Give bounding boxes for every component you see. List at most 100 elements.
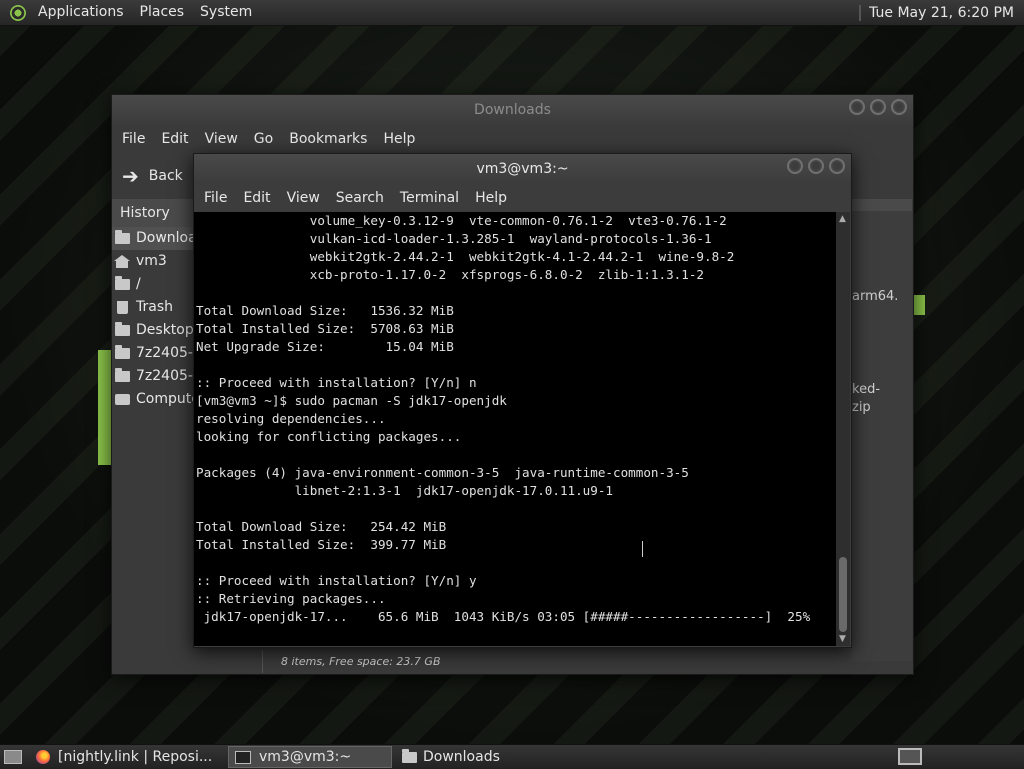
folder-icon [115, 322, 130, 336]
system-menu[interactable]: System [192, 0, 260, 25]
sidebar-item-label: / [136, 276, 141, 292]
sidebar-item-desktop[interactable]: Desktop [112, 319, 194, 342]
scroll-down-arrow-icon[interactable]: ▼ [839, 634, 846, 644]
places-menu[interactable]: Places [132, 0, 193, 25]
terminal-icon [235, 750, 251, 764]
sidebar-item-label: Trash [136, 299, 173, 315]
distro-logo-icon[interactable] [10, 4, 26, 21]
menu-go[interactable]: Go [246, 131, 281, 147]
terminal-line: libnet-2:1.3-1 jdk17-openjdk-17.0.11.u9-… [196, 483, 614, 498]
terminal-line: Packages (4) java-environment-common-3-5… [196, 465, 689, 480]
home-icon [114, 255, 130, 268]
menu-bookmarks[interactable]: Bookmarks [281, 131, 375, 147]
menu-file[interactable]: File [114, 131, 153, 147]
file-view-area[interactable] [852, 211, 912, 661]
terminal-output[interactable]: volume_key-0.3.12-9 vte-common-0.76.1-2 … [194, 212, 836, 646]
terminal-line: looking for conflicting packages... [196, 429, 462, 444]
terminal-line: Total Installed Size: 399.77 MiB [196, 537, 447, 552]
firefox-icon [36, 750, 50, 764]
menu-help[interactable]: Help [375, 131, 423, 147]
menu-edit[interactable]: Edit [153, 131, 196, 147]
file-manager-statusbar: 8 items, Free space: 23.7 GB [262, 650, 931, 673]
folder-icon [115, 230, 130, 244]
file-manager-sidebar: History Downloads vm3 / Trash Desktop 7z… [112, 199, 194, 659]
file-name-fragment[interactable]: zip [852, 400, 871, 415]
close-button[interactable] [829, 158, 845, 174]
show-desktop-icon[interactable] [4, 750, 22, 764]
window-title: Downloads [474, 102, 551, 118]
terminal-scrollbar[interactable]: ▲ ▼ [836, 212, 850, 646]
sidebar-item-label: 7z2405-li [136, 345, 194, 361]
top-panel: Applications Places System Tue May 21, 6… [0, 0, 1024, 26]
sidebar-item-7z2405-b[interactable]: 7z2405-li [112, 365, 194, 388]
file-manager-menubar: File Edit View Go Bookmarks Help [112, 125, 913, 153]
task-downloads[interactable]: Downloads [396, 746, 572, 768]
terminal-line: resolving dependencies... [196, 411, 386, 426]
menu-terminal[interactable]: Terminal [392, 190, 467, 206]
window-controls [849, 99, 907, 115]
task-label: Downloads [423, 749, 500, 765]
terminal-menubar: File Edit View Search Terminal Help [194, 184, 851, 212]
close-button[interactable] [891, 99, 907, 115]
terminal-line: webkit2gtk-2.44.2-1 webkit2gtk-4.1-2.44.… [196, 249, 735, 264]
terminal-titlebar[interactable]: vm3@vm3:~ [194, 154, 851, 184]
sidebar-item-root[interactable]: / [112, 273, 194, 296]
workspace-switcher[interactable] [898, 748, 922, 765]
folder-icon [115, 345, 130, 359]
terminal-line: Total Installed Size: 5708.63 MiB [196, 321, 454, 336]
terminal-line: :: Retrieving packages... [196, 591, 386, 606]
sidebar-item-trash[interactable]: Trash [112, 296, 194, 319]
sidebar-item-label: Desktop [136, 322, 194, 338]
task-label: [nightly.link | Reposi... [58, 749, 213, 765]
task-terminal[interactable]: vm3@vm3:~ [228, 746, 392, 768]
terminal-line: :: Proceed with installation? [Y/n] y [196, 573, 477, 588]
sidebar-header[interactable]: History [112, 199, 194, 227]
menu-search[interactable]: Search [328, 190, 392, 206]
menu-file[interactable]: File [196, 190, 235, 206]
clock[interactable]: Tue May 21, 6:20 PM [869, 5, 1024, 21]
menu-edit[interactable]: Edit [235, 190, 278, 206]
panel-separator [859, 4, 862, 21]
task-firefox[interactable]: [nightly.link | Reposi... [30, 746, 224, 768]
window-controls [787, 158, 845, 174]
back-arrow-icon: ➔ [122, 164, 139, 188]
terminal-line: [vm3@vm3 ~]$ sudo pacman -S jdk17-openjd… [196, 393, 507, 408]
maximize-button[interactable] [808, 158, 824, 174]
window-title: vm3@vm3:~ [476, 161, 569, 177]
applications-menu[interactable]: Applications [30, 0, 132, 25]
terminal-text: volume_key-0.3.12-9 vte-common-0.76.1-2 … [194, 212, 836, 626]
terminal-line: Total Download Size: 254.42 MiB [196, 519, 447, 534]
sidebar-item-7z2405-a[interactable]: 7z2405-li [112, 342, 194, 365]
sidebar-item-label: 7z2405-li [136, 368, 194, 384]
folder-icon [115, 276, 130, 290]
menu-view[interactable]: View [197, 131, 246, 147]
minimize-button[interactable] [849, 99, 865, 115]
terminal-line: volume_key-0.3.12-9 vte-common-0.76.1-2 … [196, 213, 727, 228]
terminal-line: Net Upgrade Size: 15.04 MiB [196, 339, 454, 354]
minimize-button[interactable] [787, 158, 803, 174]
terminal-line: xcb-proto-1.17.0-2 xfsprogs-6.8.0-2 zlib… [196, 267, 704, 282]
sidebar-item-downloads[interactable]: Downloads [112, 227, 194, 250]
folder-icon [115, 368, 130, 382]
file-manager-titlebar[interactable]: Downloads [112, 95, 913, 125]
sidebar-item-home[interactable]: vm3 [112, 250, 194, 273]
task-label: vm3@vm3:~ [259, 749, 352, 765]
scroll-up-arrow-icon[interactable]: ▲ [839, 214, 846, 224]
scrollbar-thumb[interactable] [839, 557, 847, 632]
sidebar-item-label: vm3 [136, 253, 167, 269]
menu-view[interactable]: View [279, 190, 328, 206]
terminal-line: vulkan-icd-loader-1.3.285-1 wayland-prot… [196, 231, 712, 246]
menu-help[interactable]: Help [467, 190, 515, 206]
wallpaper-accent-left [98, 350, 111, 465]
back-label: Back [148, 168, 183, 184]
sidebar-item-computer[interactable]: Compute [112, 388, 194, 411]
file-name-fragment[interactable]: arm64. [852, 289, 898, 304]
maximize-button[interactable] [870, 99, 886, 115]
terminal-window[interactable]: vm3@vm3:~ File Edit View Search Terminal… [193, 153, 852, 648]
back-button[interactable]: ➔ Back [122, 164, 183, 188]
file-name-fragment[interactable]: ked- [852, 382, 880, 397]
